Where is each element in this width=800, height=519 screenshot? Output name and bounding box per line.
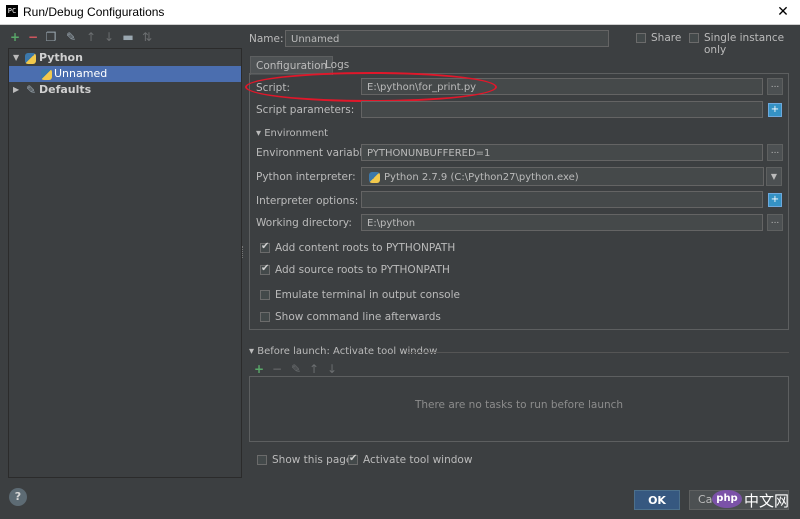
python-icon <box>41 69 52 80</box>
show-page-label: Show this page <box>272 454 353 466</box>
expand-params-button[interactable]: + <box>768 103 782 117</box>
collapse-icon: ▾ <box>249 346 255 357</box>
script-params-field[interactable] <box>361 101 763 118</box>
working-dir-field[interactable]: E:\python <box>361 214 763 231</box>
tree-item-unnamed[interactable]: Unnamed <box>9 66 241 82</box>
section-divider <box>406 352 789 353</box>
copy-icon[interactable]: ❐ <box>44 30 58 44</box>
interp-options-label: Interpreter options: <box>256 195 359 207</box>
move-down-icon[interactable]: ↓ <box>102 30 116 44</box>
help-button[interactable]: ? <box>9 488 27 506</box>
emulate-terminal-checkbox[interactable] <box>260 290 270 300</box>
environment-label: Environment <box>264 128 329 139</box>
close-window-button[interactable]: ✕ <box>766 0 800 24</box>
move-up-icon[interactable]: ↑ <box>84 30 98 44</box>
sort-icon[interactable]: ⇅ <box>140 30 154 44</box>
activate-window-label: Activate tool window <box>363 454 473 466</box>
share-label: Share <box>651 32 682 44</box>
window-title: Run/Debug Configurations <box>23 5 165 19</box>
highlight-annotation <box>245 72 497 102</box>
interpreter-label: Python interpreter: <box>256 171 356 183</box>
php-logo: php <box>712 490 742 508</box>
add-content-roots-checkbox[interactable] <box>260 241 270 253</box>
browse-script-button[interactable]: ... <box>767 78 783 95</box>
collapse-arrow-icon[interactable]: ▶ <box>13 82 19 98</box>
add-source-roots-label: Add source roots to PYTHONPATH <box>275 264 450 276</box>
tree-item-defaults[interactable]: ▶ ✎ Defaults <box>9 82 241 98</box>
name-label: Name: <box>249 33 284 45</box>
collapse-icon: ▾ <box>256 128 262 139</box>
add-task-icon[interactable]: + <box>252 362 266 376</box>
before-launch-tasks-list: There are no tasks to run before launch <box>249 376 789 442</box>
move-task-down-icon[interactable]: ↓ <box>325 362 339 376</box>
folder-icon[interactable]: ▬ <box>121 30 135 44</box>
show-command-line-label: Show command line afterwards <box>275 311 441 323</box>
single-instance-label: Single instance only <box>704 32 785 56</box>
wrench-icon[interactable]: ✎ <box>64 30 78 44</box>
remove-task-icon[interactable]: − <box>270 362 284 376</box>
tree-label-unnamed: Unnamed <box>54 67 108 80</box>
edit-env-vars-button[interactable]: ... <box>767 144 783 161</box>
wrench-icon: ✎ <box>25 83 37 97</box>
name-field[interactable]: Unnamed <box>285 30 609 47</box>
watermark-site-text: 中文网 <box>744 492 790 510</box>
edit-task-icon[interactable]: ✎ <box>289 362 303 376</box>
title-bar: PC Run/Debug Configurations ✕ <box>0 0 800 25</box>
single-instance-checkbox[interactable] <box>689 33 699 43</box>
expand-arrow-icon[interactable]: ▼ <box>13 50 19 66</box>
run-debug-configurations-dialog: PC Run/Debug Configurations ✕ + − ❐ ✎ ↑ … <box>0 0 800 519</box>
python-icon <box>369 172 380 183</box>
env-vars-field[interactable]: PYTHONUNBUFFERED=1 <box>361 144 763 161</box>
add-source-roots-checkbox[interactable] <box>260 263 270 275</box>
splitter-handle[interactable] <box>242 246 245 258</box>
php-cn-watermark: php 中文网 <box>712 488 796 512</box>
ok-button[interactable]: OK <box>634 490 680 510</box>
interpreter-value: Python 2.7.9 (C:\Python27\python.exe) <box>384 172 579 183</box>
pycharm-app-icon: PC <box>6 5 18 17</box>
emulate-terminal-label: Emulate terminal in output console <box>275 289 460 301</box>
environment-section[interactable]: ▾ Environment <box>256 128 328 139</box>
show-command-line-checkbox[interactable] <box>260 312 270 322</box>
empty-tasks-message: There are no tasks to run before launch <box>414 399 624 411</box>
add-content-roots-label: Add content roots to PYTHONPATH <box>275 242 456 254</box>
move-task-up-icon[interactable]: ↑ <box>307 362 321 376</box>
tree-label-python: Python <box>39 51 83 64</box>
interpreter-select[interactable]: Python 2.7.9 (C:\Python27\python.exe) <box>361 167 764 186</box>
add-icon[interactable]: + <box>8 30 22 44</box>
share-checkbox[interactable] <box>636 33 646 43</box>
browse-working-dir-button[interactable]: ... <box>767 214 783 231</box>
interp-options-field[interactable] <box>361 191 763 208</box>
python-icon <box>25 53 36 64</box>
script-params-label: Script parameters: <box>256 104 355 116</box>
tree-label-defaults: Defaults <box>39 83 92 96</box>
tree-item-python[interactable]: ▼ Python <box>9 50 241 66</box>
expand-interp-options-button[interactable]: + <box>768 193 782 207</box>
activate-window-checkbox[interactable] <box>348 453 358 465</box>
show-page-checkbox[interactable] <box>257 455 267 465</box>
remove-icon[interactable]: − <box>26 30 40 44</box>
working-dir-label: Working directory: <box>256 217 352 229</box>
env-vars-label: Environment variables: <box>256 147 378 159</box>
configurations-tree: ▼ Python Unnamed ▶ ✎ Defaults <box>8 48 242 478</box>
chevron-down-icon[interactable]: ▼ <box>766 167 782 186</box>
